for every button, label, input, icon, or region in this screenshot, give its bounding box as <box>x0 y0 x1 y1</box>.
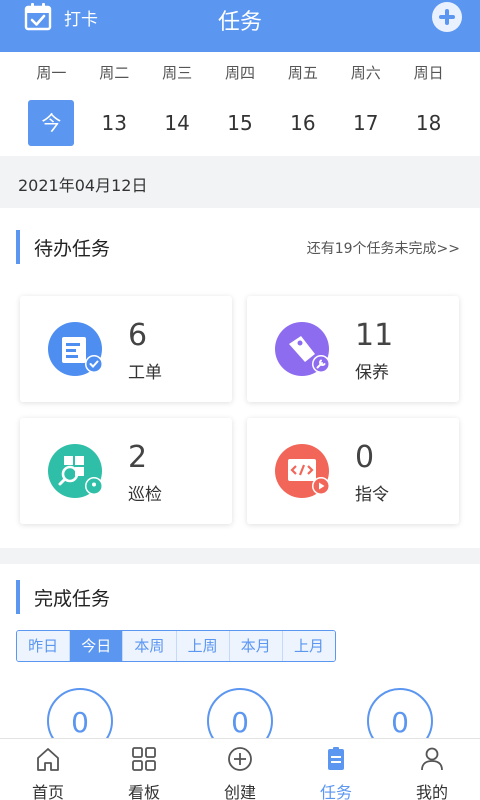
app-header: 打卡 任务 <box>0 0 480 52</box>
filter-today[interactable]: 今日 <box>70 631 124 661</box>
work-order-label: 工单 <box>128 363 162 383</box>
instruction-count: 0 <box>355 440 375 475</box>
add-task-button[interactable] <box>432 2 462 32</box>
period-filter: 昨日 今日 本周 上周 本月 上月 <box>16 630 336 662</box>
filter-last-week[interactable]: 上周 <box>176 631 230 661</box>
more-tasks-link[interactable]: 还有19个任务未完成>> <box>307 238 460 258</box>
work-order-icon <box>48 322 103 376</box>
filter-last-month[interactable]: 上月 <box>282 631 335 661</box>
completed-title: 完成任务 <box>34 587 111 610</box>
task-card-maintenance[interactable]: 11 保养 <box>247 296 459 402</box>
todo-section-title: 待办任务 <box>16 230 110 264</box>
tab-task[interactable]: 任务 <box>288 739 384 800</box>
instruction-icon <box>275 444 330 498</box>
todo-title: 待办任务 <box>34 237 111 260</box>
week-calendar: 周一 周二 周三 周四 周五 周六 周日 今 13 14 15 16 17 18 <box>0 52 480 156</box>
maintenance-count: 11 <box>355 318 394 353</box>
tab-create[interactable]: 创建 <box>192 739 288 800</box>
date-cell[interactable]: 18 <box>406 100 452 146</box>
selected-date: 2021年04月12日 <box>18 176 148 195</box>
tab-dashboard-label: 看板 <box>127 783 160 800</box>
maintenance-label: 保养 <box>355 363 389 383</box>
weekday-tue: 周二 <box>99 64 130 82</box>
section-accent-bar <box>16 580 20 614</box>
tab-create-label: 创建 <box>223 783 256 800</box>
create-icon <box>228 747 252 771</box>
home-icon <box>37 748 59 771</box>
task-card-work-order[interactable]: 6 工单 <box>20 296 232 402</box>
filter-this-month[interactable]: 本月 <box>229 631 283 661</box>
date-cell[interactable]: 14 <box>154 100 200 146</box>
inspection-icon <box>48 444 103 498</box>
date-cell[interactable]: 15 <box>217 100 263 146</box>
weekday-sun: 周日 <box>413 64 444 82</box>
weekday-wed: 周三 <box>162 64 193 82</box>
section-accent-bar <box>16 230 20 264</box>
date-cell[interactable]: 17 <box>343 100 389 146</box>
tab-home-label: 首页 <box>31 783 64 800</box>
instruction-label: 指令 <box>355 485 389 505</box>
tab-task-label: 任务 <box>319 783 352 800</box>
todo-section: 待办任务 还有19个任务未完成>> 6 工单 11 保养 2 巡检 0 指令 <box>0 208 480 548</box>
task-icon <box>328 747 344 770</box>
tab-home[interactable]: 首页 <box>0 739 96 800</box>
work-order-count: 6 <box>128 318 148 353</box>
task-card-inspection[interactable]: 2 巡检 <box>20 418 232 524</box>
page-title: 任务 <box>217 10 262 35</box>
bottom-tab-bar: 首页 看板 创建 任务 我的 <box>0 738 480 800</box>
tab-profile-label: 我的 <box>415 783 448 800</box>
inspection-count: 2 <box>128 440 148 475</box>
task-card-instruction[interactable]: 0 指令 <box>247 418 459 524</box>
weekday-mon: 周一 <box>36 64 67 82</box>
completed-section-title: 完成任务 <box>16 580 110 614</box>
maintenance-icon <box>275 322 330 376</box>
tab-dashboard[interactable]: 看板 <box>96 739 192 800</box>
profile-icon <box>421 747 443 771</box>
date-cell[interactable]: 13 <box>91 100 137 146</box>
weekday-fri: 周五 <box>287 64 318 82</box>
filter-this-week[interactable]: 本周 <box>123 631 177 661</box>
dashboard-icon <box>132 747 156 771</box>
weekday-sat: 周六 <box>350 64 381 82</box>
date-cell[interactable]: 16 <box>280 100 326 146</box>
date-cell-today[interactable]: 今 <box>28 100 75 146</box>
weekday-thu: 周四 <box>225 64 256 82</box>
filter-yesterday[interactable]: 昨日 <box>17 631 71 661</box>
selected-date-bar: 2021年04月12日 <box>0 156 480 208</box>
inspection-label: 巡检 <box>128 485 162 505</box>
tab-profile[interactable]: 我的 <box>384 739 480 800</box>
completed-section: 完成任务 昨日 今日 本周 上周 本月 上月 0 0 0 <box>0 564 480 754</box>
